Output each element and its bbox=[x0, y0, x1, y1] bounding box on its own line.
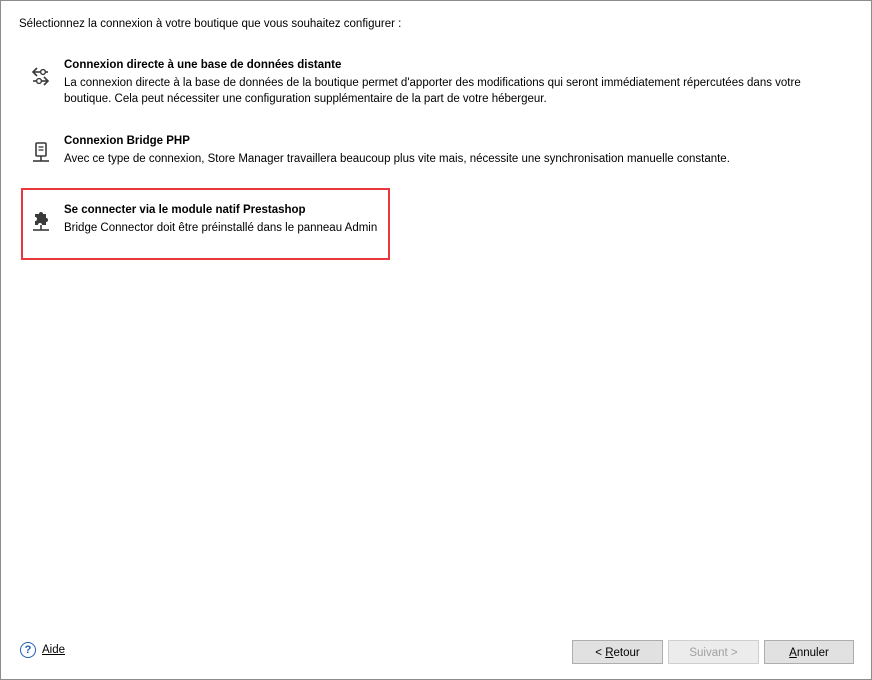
back-key: < bbox=[595, 647, 602, 659]
option-description: Avec ce type de connexion, Store Manager… bbox=[64, 153, 730, 165]
cancel-button[interactable]: Annuler bbox=[764, 640, 854, 664]
cancel-mnemonic: A bbox=[789, 647, 797, 659]
sync-arrows-icon bbox=[31, 66, 51, 88]
back-button[interactable]: < Retour bbox=[572, 640, 663, 664]
server-file-icon bbox=[31, 142, 51, 164]
help-link[interactable]: ? Aide bbox=[20, 642, 65, 658]
cancel-rest: nnuler bbox=[796, 647, 829, 659]
next-button[interactable]: Suivant > bbox=[668, 640, 759, 664]
option-title: Connexion directe à une base de données … bbox=[64, 59, 342, 71]
help-label: Aide bbox=[42, 644, 66, 656]
option-description: La connexion directe à la base de donnée… bbox=[64, 77, 801, 105]
intro-text: Sélectionnez la connexion à votre boutiq… bbox=[19, 18, 402, 30]
selection-highlight bbox=[21, 188, 390, 260]
back-rest: etour bbox=[613, 647, 640, 659]
option-direct-db[interactable]: Connexion directe à une base de données … bbox=[23, 59, 843, 109]
back-mnemonic: R bbox=[605, 647, 614, 659]
option-bridge-php[interactable]: Connexion Bridge PHP Avec ce type de con… bbox=[23, 135, 843, 169]
option-title: Connexion Bridge PHP bbox=[64, 135, 190, 147]
wizard-window: Sélectionnez la connexion à votre boutiq… bbox=[0, 0, 872, 680]
help-icon: ? bbox=[20, 642, 36, 658]
